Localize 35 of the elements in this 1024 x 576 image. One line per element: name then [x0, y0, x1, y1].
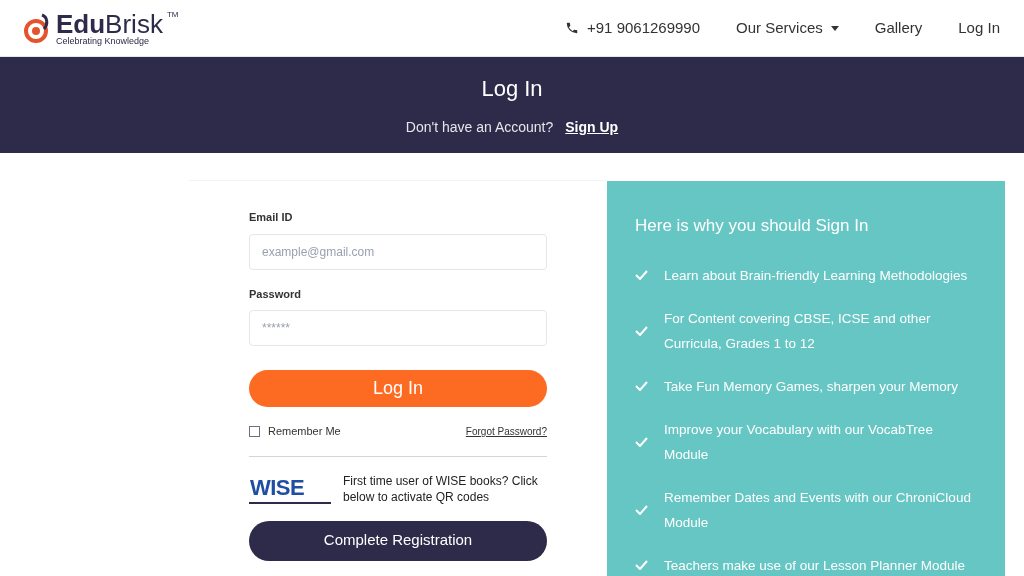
benefit-text: Teachers make use of our Lesson Planner Module: [664, 556, 965, 575]
check-icon: [635, 325, 648, 336]
complete-registration-button[interactable]: Complete Registration: [249, 520, 547, 561]
logo-text: EduBrisk: [56, 10, 163, 37]
field-label: Email ID: [249, 210, 294, 225]
page-title: Log In: [481, 75, 543, 103]
benefits-title: Here is why you should Sign In: [635, 215, 870, 237]
field-label: Password: [249, 286, 302, 302]
phone-number: +91 9061269990: [587, 17, 701, 38]
nav-link[interactable]: Our Services: [736, 16, 839, 40]
wise-logo: WISE: [249, 473, 331, 504]
benefit-text: Learn about Brain-friendly Learning Methodologies: [664, 266, 968, 285]
caret-icon: [830, 25, 839, 31]
check-icon: [635, 560, 648, 570]
password-field[interactable]: ******: [249, 310, 547, 346]
remember-checkbox[interactable]: [249, 425, 260, 437]
benefit-text: Take Fun Memory Games, sharpen your Memory: [664, 377, 959, 396]
check-icon: [635, 436, 648, 447]
phone-icon: [565, 21, 579, 35]
benefit-text: Remember Dates and Events with our ChroniCloud Module: [664, 488, 972, 532]
check-icon: [635, 381, 648, 391]
forgot-password-link[interactable]: Forgot Password?: [465, 423, 547, 439]
check-icon: [635, 504, 648, 515]
benefit-text: For Content covering CBSE, ICSE and other Curricula, Grades 1 to 12: [664, 309, 932, 353]
signup-link[interactable]: Sign Up: [565, 117, 619, 138]
wise-info-text: First time user of WISE books? Click below to activate QR codes: [343, 472, 539, 505]
remember-label: Remember Me: [268, 424, 341, 439]
check-icon: [635, 270, 648, 280]
trademark: TM: [166, 10, 179, 19]
nav-link[interactable]: Log In: [958, 16, 1000, 40]
logo-tagline: Celebrating Knowledge: [56, 36, 151, 46]
benefit-text: Improve your Vocabulary with our VocabTree Module: [664, 420, 934, 464]
email-field[interactable]: example@gmail.com: [249, 233, 547, 270]
signup-prompt: Don't have an Account?: [405, 118, 554, 137]
nav-link[interactable]: Gallery: [874, 16, 923, 40]
